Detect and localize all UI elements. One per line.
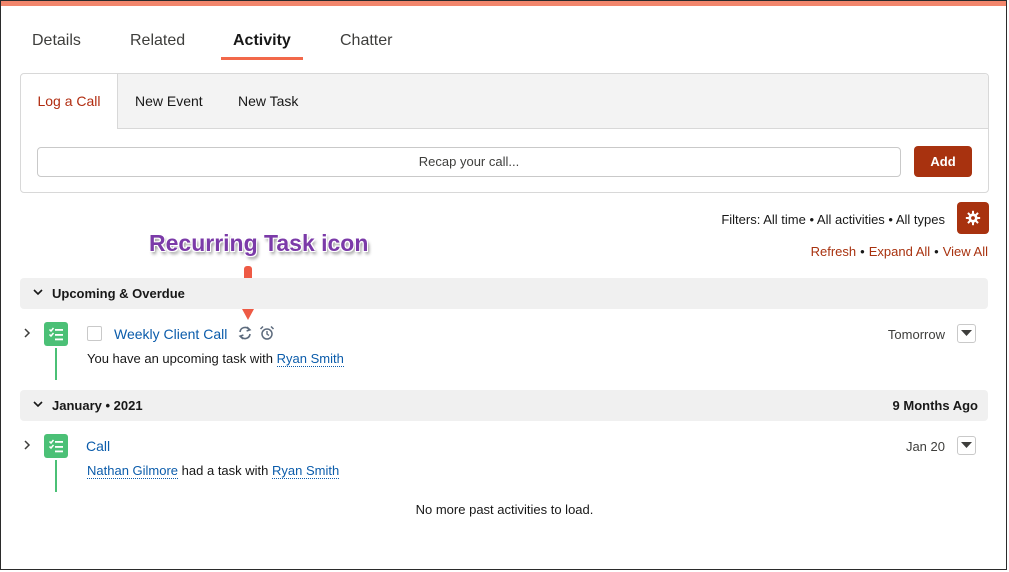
contact-link[interactable]: Ryan Smith — [272, 463, 340, 479]
view-all-link[interactable]: View All — [943, 244, 988, 259]
link-separator: • — [860, 244, 865, 259]
task-icon — [44, 434, 68, 458]
composer-tab-bar: Log a Call New Event New Task — [21, 74, 988, 129]
dropdown-arrow-icon — [961, 330, 972, 336]
description-text: You have an upcoming task with — [87, 351, 273, 366]
task-description: You have an upcoming task with Ryan Smit… — [87, 351, 344, 367]
task-actions-menu-button[interactable] — [957, 324, 976, 343]
task-description: Nathan Gilmore had a task with Ryan Smit… — [87, 463, 340, 479]
section-relative-date: 9 Months Ago — [892, 398, 978, 413]
filters-text: Filters: All time • All activities • All… — [721, 212, 945, 227]
recurring-task-annotation: Recurring Task icon — [149, 230, 369, 256]
chevron-right-icon[interactable] — [22, 439, 32, 451]
section-title: Upcoming & Overdue — [52, 286, 185, 301]
tab-activity[interactable]: Activity — [221, 26, 303, 60]
alarm-icon — [259, 325, 275, 340]
chevron-down-icon — [33, 289, 43, 296]
tab-chatter[interactable]: Chatter — [340, 26, 392, 60]
contact-link[interactable]: Ryan Smith — [276, 351, 344, 367]
activity-links: Refresh • Expand All • View All — [811, 244, 988, 259]
section-title: January • 2021 — [52, 398, 143, 413]
section-january-2021[interactable]: January • 2021 9 Months Ago — [20, 390, 988, 421]
task-actions-menu-button[interactable] — [957, 436, 976, 455]
composer-tab-new-event[interactable]: New Event — [135, 74, 203, 128]
activity-composer: Log a Call New Event New Task Recap your… — [20, 73, 989, 193]
task-due-date: Tomorrow — [887, 327, 945, 342]
recurring-icon — [238, 326, 252, 340]
refresh-link[interactable]: Refresh — [811, 244, 857, 259]
task-subject-link[interactable]: Call — [86, 438, 110, 454]
task-date: Jan 20 — [905, 439, 945, 454]
chevron-right-icon[interactable] — [22, 327, 32, 339]
tab-details[interactable]: Details — [32, 26, 81, 60]
dropdown-arrow-icon — [961, 442, 972, 448]
no-more-activities-text: No more past activities to load. — [415, 502, 594, 517]
link-separator: • — [934, 244, 939, 259]
gear-icon — [965, 210, 981, 226]
expand-all-link[interactable]: Expand All — [869, 244, 930, 259]
tab-related[interactable]: Related — [130, 26, 185, 60]
task-complete-checkbox[interactable] — [87, 326, 102, 341]
add-button[interactable]: Add — [914, 146, 972, 177]
owner-link[interactable]: Nathan Gilmore — [87, 463, 179, 479]
composer-tab-log-a-call[interactable]: Log a Call — [21, 74, 118, 129]
composer-tab-new-task[interactable]: New Task — [238, 74, 298, 128]
filter-settings-button[interactable] — [957, 202, 989, 234]
task-subject-link[interactable]: Weekly Client Call — [114, 326, 227, 342]
timeline-line — [55, 460, 57, 492]
description-text: had a task with — [181, 463, 269, 478]
chevron-down-icon — [33, 401, 43, 408]
recap-call-input[interactable]: Recap your call... — [37, 147, 901, 177]
task-icon — [44, 322, 68, 346]
timeline-line — [55, 348, 57, 380]
section-upcoming-overdue[interactable]: Upcoming & Overdue — [20, 278, 988, 309]
